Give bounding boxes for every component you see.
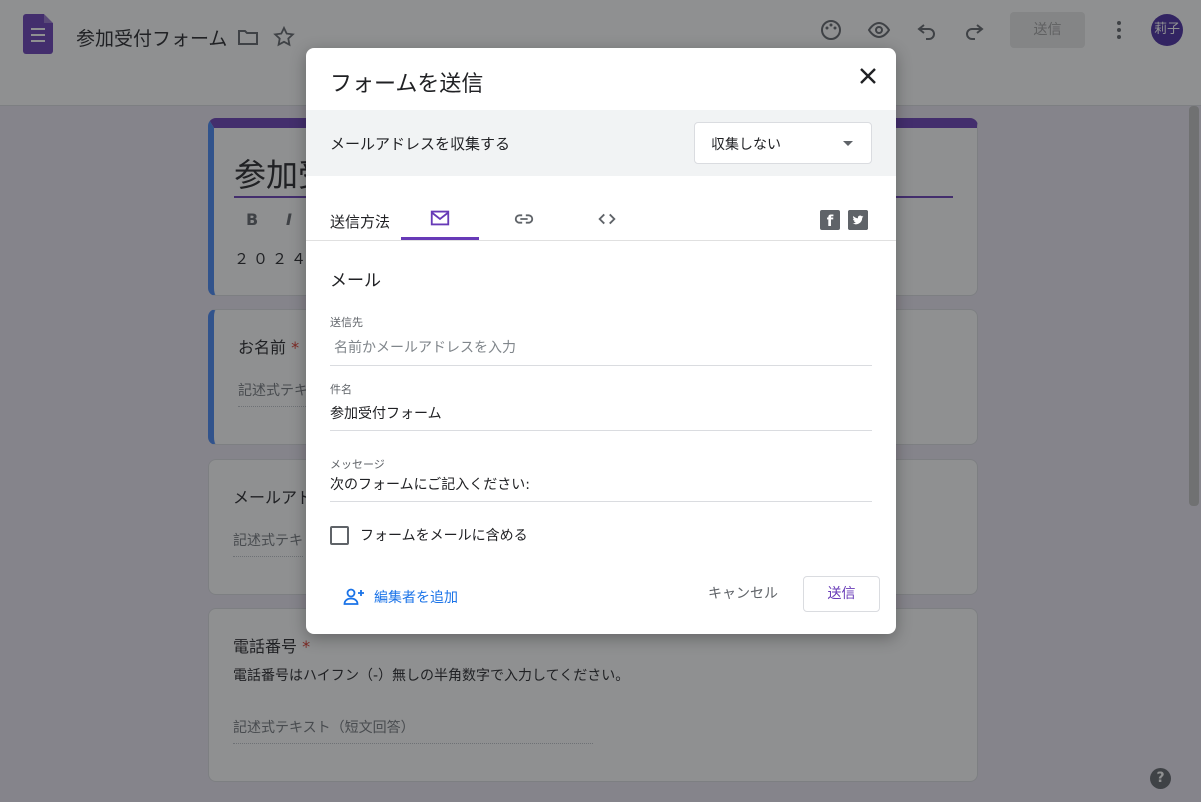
include-form-option[interactable]: フォームをメールに含める xyxy=(330,525,528,545)
send-via-label: 送信方法 xyxy=(330,213,391,231)
link-icon xyxy=(514,214,534,224)
send-button[interactable]: 送信 xyxy=(803,576,880,612)
mail-icon xyxy=(430,210,450,225)
subject-label: 件名 xyxy=(330,383,352,396)
person-add-icon xyxy=(343,588,364,605)
embed-code-icon xyxy=(598,213,616,225)
tab-link[interactable] xyxy=(485,198,563,240)
collect-email-select[interactable]: 収集しない xyxy=(694,122,872,164)
tab-email[interactable] xyxy=(401,198,479,240)
message-label: メッセージ xyxy=(330,458,385,471)
include-form-label: フォームをメールに含める xyxy=(360,528,528,544)
send-form-dialog: フォームを送信 メールアドレスを収集する 収集しない 送信方法 f メール 送信… xyxy=(306,48,896,634)
message-input[interactable] xyxy=(330,472,872,502)
chevron-down-icon xyxy=(843,141,853,146)
subject-input[interactable] xyxy=(330,401,872,431)
add-editor-button[interactable]: 編集者を追加 xyxy=(342,585,458,609)
to-input[interactable] xyxy=(330,336,872,366)
collect-email-label: メールアドレスを収集する xyxy=(330,135,511,153)
collect-email-value: 収集しない xyxy=(711,137,781,153)
dialog-title: フォームを送信 xyxy=(330,72,484,97)
twitter-icon[interactable] xyxy=(848,210,868,230)
collect-email-row: メールアドレスを収集する 収集しない xyxy=(306,110,896,176)
include-form-checkbox[interactable] xyxy=(330,525,349,545)
cancel-button[interactable]: キャンセル xyxy=(696,576,790,612)
tabs-divider xyxy=(306,240,896,241)
email-section-title: メール xyxy=(330,271,381,291)
add-editor-label: 編集者を追加 xyxy=(374,590,458,606)
close-icon[interactable] xyxy=(856,64,880,88)
tab-embed[interactable] xyxy=(568,198,646,240)
to-label: 送信先 xyxy=(330,316,363,329)
facebook-icon[interactable]: f xyxy=(820,210,840,230)
